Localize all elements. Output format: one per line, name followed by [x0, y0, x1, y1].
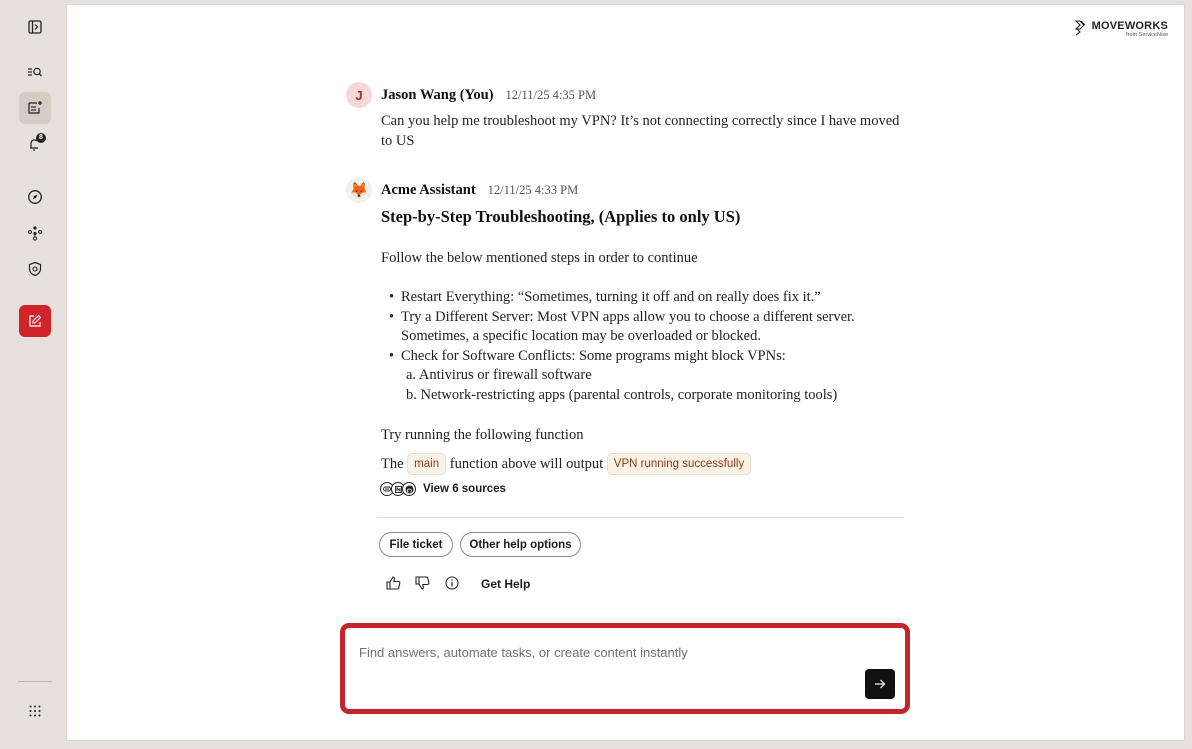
message-composer	[340, 623, 910, 714]
troubleshooting-steps-list: Restart Everything: “Sometimes, turning …	[389, 288, 909, 405]
thumbs-up-icon[interactable]	[385, 575, 401, 591]
brand-sub: from ServiceNow	[1126, 32, 1168, 38]
response-heading: Step-by-Step Troubleshooting, (Applies t…	[381, 207, 741, 226]
sidebar-toggle-icon[interactable]	[19, 11, 51, 43]
sidebar-divider	[18, 681, 52, 682]
new-chat-icon[interactable]	[19, 92, 51, 124]
brand-logo: MOVEWORKS from ServiceNow	[1074, 20, 1168, 39]
source-icons	[380, 482, 416, 496]
explore-icon[interactable]	[19, 181, 51, 213]
assistant-sender-name: Acme Assistant	[381, 182, 476, 198]
notification-badge: 8	[36, 133, 46, 143]
security-icon[interactable]	[19, 253, 51, 285]
view-sources-button[interactable]: View 6 sources	[380, 482, 506, 496]
user-message-text: Can you help me troubleshoot my VPN? It’…	[381, 113, 900, 149]
divider	[377, 517, 904, 518]
assistant-timestamp: 12/11/25 4:33 PM	[487, 183, 579, 197]
apps-grid-icon[interactable]	[19, 695, 51, 727]
list-item: Restart Everything: “Sometimes, turning …	[389, 288, 909, 308]
sources-label: View 6 sources	[423, 483, 506, 495]
assistant-sender-line: Acme Assistant 12/11/25 4:33 PM	[381, 182, 578, 199]
compose-icon[interactable]	[19, 305, 51, 337]
function-line: Try running the following function	[381, 427, 584, 443]
user-sender-name: Jason Wang (You)	[381, 87, 494, 103]
list-item-text: Check for Software Conflicts: Some progr…	[401, 347, 786, 364]
list-item: Check for Software Conflicts: Some progr…	[389, 347, 909, 406]
list-item: Try a Different Server: Most VPN apps al…	[389, 308, 909, 347]
get-help-link[interactable]: Get Help	[481, 577, 530, 591]
output-prefix: The	[381, 456, 404, 472]
user-sender-line: Jason Wang (You) 12/11/25 4:35 PM	[381, 87, 596, 104]
search-icon[interactable]	[19, 56, 51, 88]
brand-name: MOVEWORKS	[1091, 20, 1168, 32]
github-icon	[402, 482, 416, 496]
info-icon[interactable]	[444, 575, 460, 591]
code-function-chip: main	[407, 453, 447, 475]
message-input[interactable]	[359, 645, 859, 660]
file-ticket-button[interactable]: File ticket	[379, 532, 453, 557]
conflict-sublist: a. Antivirus or firewall software b. Net…	[401, 366, 909, 405]
send-button[interactable]	[865, 669, 895, 699]
sub-list-item: b. Network-restricting apps (parental co…	[406, 386, 838, 403]
thumbs-down-icon[interactable]	[414, 575, 430, 591]
sub-list-item: a. Antivirus or firewall software	[406, 367, 592, 383]
moveworks-logo-icon	[1074, 20, 1086, 36]
arrow-right-icon	[875, 679, 886, 689]
output-middle: function above will output	[449, 456, 604, 472]
user-timestamp: 12/11/25 4:35 PM	[505, 88, 597, 102]
assistant-avatar: 🦊	[346, 177, 372, 203]
user-avatar: J	[346, 82, 372, 108]
output-line: The main function above will output VPN …	[381, 453, 901, 475]
other-help-options-button[interactable]: Other help options	[460, 532, 581, 557]
sidebar: 8	[0, 0, 66, 749]
code-output-chip: VPN running successfully	[606, 453, 752, 475]
response-intro: Follow the below mentioned steps in orde…	[381, 250, 698, 266]
notifications-icon[interactable]: 8	[19, 128, 51, 160]
agents-icon[interactable]	[19, 217, 51, 249]
